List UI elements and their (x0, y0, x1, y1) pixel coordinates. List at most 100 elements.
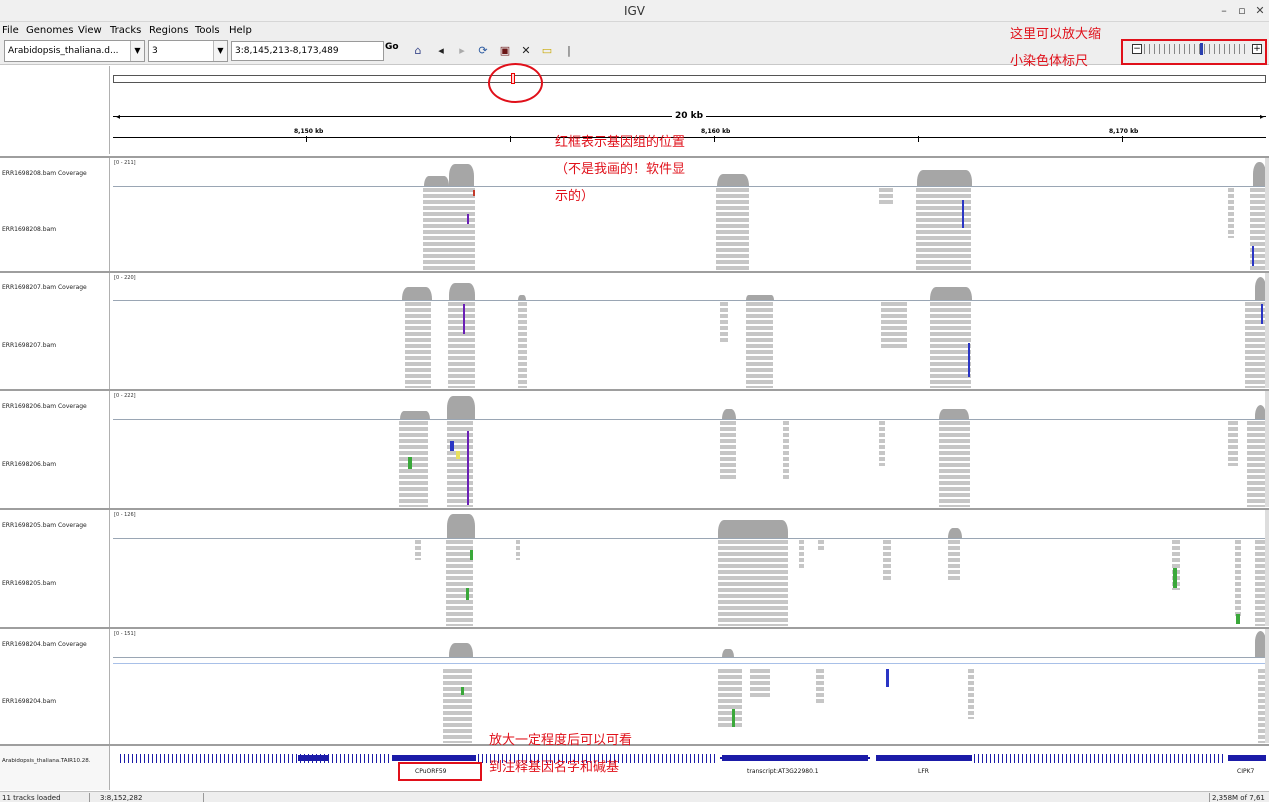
coverage-peak (449, 283, 475, 300)
ruler-tick (306, 136, 307, 142)
track-panel-err1698206: ERR1698206.bam Coverage ERR1698206.bam [… (0, 389, 1269, 508)
gene-feature[interactable] (298, 755, 328, 761)
maximize-button[interactable]: ▫ (1234, 3, 1250, 19)
track-scrollbar[interactable] (1265, 510, 1269, 626)
coverage-peak (449, 164, 474, 186)
reads-track-name[interactable]: ERR1698204.bam (2, 698, 56, 705)
data-range: [0 - 151] (114, 631, 136, 637)
read-alignments (443, 669, 472, 743)
coverage-peak (402, 287, 432, 300)
chromosome-dropdown[interactable]: 3 ▼ (148, 40, 228, 62)
read-alignments (423, 188, 475, 270)
track-scrollbar[interactable] (1265, 273, 1269, 388)
annotation-ideogram-line1: 红框表示基因组的位置 (555, 135, 686, 150)
read-alignments (448, 302, 475, 388)
read-alignments (816, 669, 824, 705)
coverage-peak (948, 528, 962, 538)
coverage-peak (447, 514, 475, 538)
gene-label: transcript:AT3G22980.1 (747, 768, 819, 775)
go-button[interactable]: Go (385, 42, 399, 52)
reads-track-name[interactable]: ERR1698208.bam (2, 226, 56, 233)
data-range: [0 - 222] (114, 393, 136, 399)
mismatch-mark (1173, 568, 1177, 588)
gene-feature[interactable] (1228, 755, 1266, 761)
ruler-tick-label: 8,150 kb (294, 128, 324, 135)
home-icon[interactable]: ⌂ (411, 44, 425, 58)
reads-track-name[interactable]: ERR1698206.bam (2, 461, 56, 468)
gene-exon-marks (974, 754, 1224, 763)
coverage-baseline (113, 538, 1266, 539)
menu-file[interactable]: File (2, 25, 19, 36)
genome-dropdown[interactable]: Arabidopsis_thaliana.d... ▼ (4, 40, 145, 62)
annotation-box-gene (398, 762, 482, 781)
gene-feature[interactable] (876, 755, 972, 761)
refresh-icon[interactable]: ⟳ (476, 44, 490, 58)
forward-icon[interactable]: ▸ (455, 44, 469, 58)
ruler-tick (918, 136, 919, 142)
read-alignments (783, 421, 789, 481)
menu-help[interactable]: Help (229, 25, 252, 36)
read-alignments (1235, 540, 1241, 616)
annotation-gene-line1: 放大一定程度后可以可看 (489, 733, 633, 748)
coverage-baseline (113, 300, 1266, 301)
read-alignments (968, 669, 974, 719)
read-alignments (746, 302, 773, 388)
minimize-button[interactable]: – (1216, 3, 1232, 19)
memory-status: 2,358M of 7,61 (1212, 794, 1265, 802)
ruler-tick (714, 136, 715, 142)
gene-track-name[interactable]: Arabidopsis_thaliana.TAIR10.28. (2, 758, 90, 764)
coverage-peak (449, 643, 473, 657)
chromosome-value: 3 (152, 46, 158, 56)
read-alignments (879, 188, 893, 206)
mismatch-mark (473, 190, 475, 196)
ruler-tick (1122, 136, 1123, 142)
read-alignments (750, 669, 770, 699)
annotation-box-zoom (1121, 39, 1267, 65)
coverage-track-name[interactable]: ERR1698207.bam Coverage (2, 284, 87, 291)
coverage-track-name[interactable]: ERR1698204.bam Coverage (2, 641, 87, 648)
read-alignments (939, 421, 970, 507)
menu-view[interactable]: View (78, 25, 102, 36)
menu-tools[interactable]: Tools (195, 25, 220, 36)
close-button[interactable]: ✕ (1252, 3, 1268, 19)
reads-track-name[interactable]: ERR1698205.bam (2, 580, 56, 587)
reads-track-name[interactable]: ERR1698207.bam (2, 342, 56, 349)
mismatch-mark (470, 550, 473, 560)
gene-feature[interactable] (722, 755, 868, 761)
track-scrollbar[interactable] (1265, 158, 1269, 270)
popup-text-icon[interactable]: ▭ (540, 44, 554, 58)
track-name-column: ERR1698205.bam Coverage ERR1698205.bam (0, 510, 110, 627)
chevron-down-icon: ▼ (213, 41, 227, 61)
status-divider (89, 793, 90, 802)
gene-feature[interactable] (392, 755, 476, 761)
title-bar: IGV – ▫ ✕ (0, 0, 1269, 22)
read-alignments (883, 540, 891, 580)
track-scrollbar[interactable] (1265, 391, 1269, 507)
resize-icon[interactable]: ✕ (519, 44, 533, 58)
mismatch-mark (1236, 614, 1240, 624)
read-alignments (720, 302, 728, 342)
status-divider (1209, 793, 1210, 802)
ruler-tick (510, 136, 511, 142)
menu-genomes[interactable]: Genomes (26, 25, 73, 36)
read-alignments (818, 540, 824, 552)
menu-tracks[interactable]: Tracks (110, 25, 141, 36)
coverage-baseline (113, 186, 1266, 187)
menu-regions[interactable]: Regions (149, 25, 188, 36)
coverage-track-name[interactable]: ERR1698206.bam Coverage (2, 403, 87, 410)
ruler-base-line (113, 137, 1266, 138)
arrow-left-icon: ◂ (115, 112, 120, 121)
locus-input[interactable]: 3:8,145,213-8,173,489 (231, 41, 384, 61)
chromosome-ideogram[interactable] (113, 75, 1266, 83)
coverage-baseline-secondary (113, 663, 1266, 664)
track-scrollbar[interactable] (1265, 629, 1269, 743)
back-icon[interactable]: ◂ (434, 44, 448, 58)
annotation-ellipse-ideogram (488, 63, 543, 103)
mismatch-mark (968, 343, 970, 377)
region-icon[interactable]: ▣ (498, 44, 512, 58)
read-alignments (399, 421, 428, 507)
coverage-peak (718, 520, 788, 538)
coverage-track-name[interactable]: ERR1698208.bam Coverage (2, 170, 87, 177)
arrow-right-icon: ▸ (1259, 112, 1264, 121)
coverage-track-name[interactable]: ERR1698205.bam Coverage (2, 522, 87, 529)
